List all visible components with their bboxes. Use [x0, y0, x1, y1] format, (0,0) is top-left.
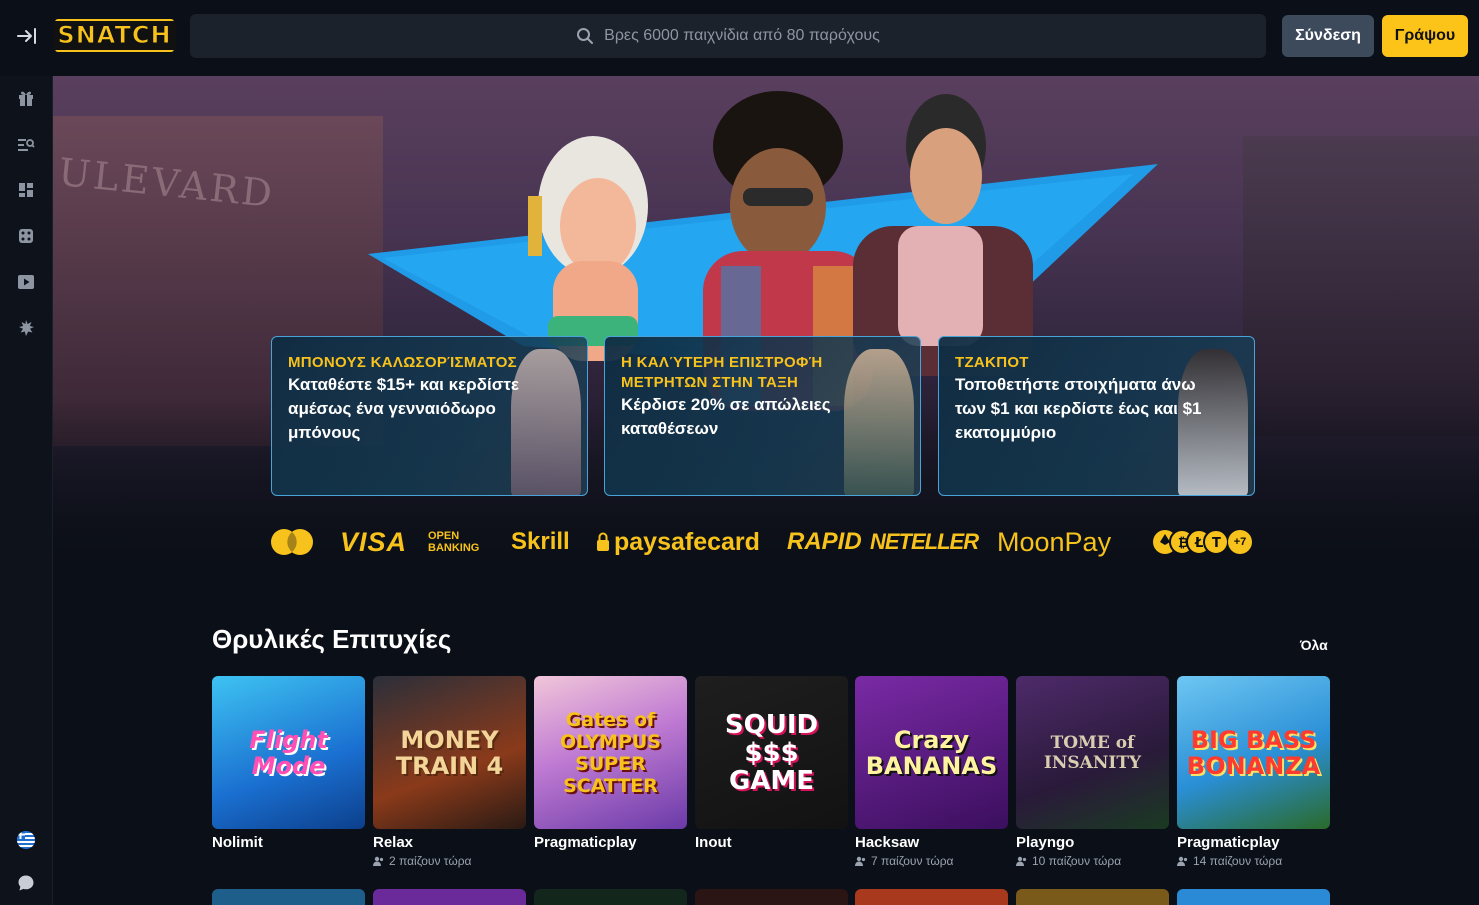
svg-text:₿: ₿: [1178, 536, 1189, 551]
greek-flag-icon[interactable]: [15, 829, 37, 851]
game-card-partial[interactable]: [1177, 889, 1330, 905]
top-bar: SNATCH Βρες 6000 παιχνίδια από 80 παρόχο…: [0, 0, 1479, 76]
promo-text: Κέρδισε 20% σε απώλειες καταθέσεων: [621, 395, 831, 438]
logo-text: SNATCH: [53, 21, 176, 50]
game-provider: Pragmaticplay: [534, 834, 637, 851]
promo-text: Καταθέστε $15+ και κερδίστε αμέσως ένα γ…: [288, 375, 519, 442]
game-title: BIG BASS BONANZA: [1186, 725, 1321, 780]
rapid-logo: RAPID: [787, 528, 862, 555]
register-button[interactable]: Γράψου: [1382, 15, 1468, 57]
hero-banner[interactable]: ULEVARD ΜΠΟΝΟΥΣ ΚΑΛΩΣΟΡΊΣΜΑΤΟΣ Καταθέστε…: [53, 76, 1479, 596]
game-card-partial[interactable]: [212, 889, 365, 905]
moonpay-logo: MoonPay: [997, 526, 1112, 557]
players-text: 10 παίζουν τώρα: [1032, 854, 1122, 868]
game-card[interactable]: Gates of OLYMPUS SUPER SCATTER Pragmatic…: [534, 676, 687, 851]
burst-icon[interactable]: [15, 317, 37, 339]
promo-text: Τοποθετήστε στοιχήματα άνω των $1 και κε…: [955, 375, 1202, 442]
search-placeholder: Βρες 6000 παιχνίδια από 80 παρόχους: [604, 27, 880, 44]
game-thumbnail[interactable]: Gates of OLYMPUS SUPER SCATTER: [534, 676, 687, 829]
svg-text:T: T: [1212, 536, 1221, 551]
section-title: Θρυλικές Επιτυχίες: [212, 624, 452, 654]
players-text: 7 παίζουν τώρα: [871, 854, 954, 868]
sidebar-toggle-icon[interactable]: [14, 24, 40, 48]
see-all-link[interactable]: Όλα: [1300, 637, 1328, 653]
promo-title: ΤΖΑΚΠΟΤ: [955, 354, 1029, 371]
open-banking-line1: OPEN: [428, 530, 460, 542]
users-icon: [1016, 856, 1027, 866]
game-thumbnail[interactable]: SQUID $$$ GAME: [695, 676, 848, 829]
play-icon[interactable]: [15, 271, 37, 293]
game-provider: Pragmaticplay: [1177, 834, 1280, 851]
svg-text:Ł: Ł: [1194, 536, 1203, 551]
game-card-partial[interactable]: [534, 889, 687, 905]
players-count: 10 παίζουν τώρα: [1016, 854, 1169, 868]
users-icon: [855, 856, 866, 866]
promo-title: ΜΠΟΝΟΥΣ ΚΑΛΩΣΟΡΊΣΜΑΤΟΣ: [288, 354, 517, 371]
game-card[interactable]: SQUID $$$ GAME Inout: [695, 676, 848, 851]
search-icon: [577, 28, 594, 44]
promo-card-jackpot[interactable]: ΤΖΑΚΠΟΤ Τοποθετήστε στοιχήματα άνω των $…: [938, 336, 1255, 496]
game-card-partial[interactable]: [695, 889, 848, 905]
game-title: Crazy BANANAS: [865, 725, 998, 780]
game-card[interactable]: Crazy BANANAS Hacksaw 7 παίζουν τώρα: [855, 676, 1008, 868]
dice-icon[interactable]: [15, 225, 37, 247]
login-button[interactable]: Σύνδεση: [1282, 15, 1374, 57]
game-provider: Relax: [373, 834, 414, 851]
snatch-logo[interactable]: SNATCH: [53, 19, 176, 52]
users-icon: [373, 856, 384, 866]
game-card-partial[interactable]: [1016, 889, 1169, 905]
game-title: SQUID $$$ GAME: [724, 709, 819, 796]
game-thumbnail[interactable]: MONEY TRAIN 4: [373, 676, 526, 829]
players-text: 2 παίζουν τώρα: [389, 854, 472, 868]
sidebar: [0, 76, 53, 905]
mastercard-icon: [270, 522, 314, 562]
players-count: 14 παίζουν τώρα: [1177, 854, 1330, 868]
search-input[interactable]: Βρες 6000 παιχνίδια από 80 παρόχους: [190, 14, 1266, 58]
users-icon: [1177, 856, 1188, 866]
game-provider: Inout: [695, 834, 732, 851]
game-card[interactable]: BIG BASS BONANZA Pragmaticplay 14 παίζου…: [1177, 676, 1330, 868]
game-thumbnail[interactable]: Crazy BANANAS: [855, 676, 1008, 829]
players-count: 2 παίζουν τώρα: [373, 854, 526, 868]
game-provider: Nolimit: [212, 834, 263, 851]
promo-title: Η ΚΑΛΎΤΕΡΗ ΕΠΙΣΤΡΟΦΉ ΜΕΤΡΗΤΩΝ ΣΤΗΝ ΤΑΞΗ: [621, 354, 823, 391]
game-card[interactable]: TOME of INSANITY Playngo 10 παίζουν τώρα: [1016, 676, 1169, 868]
game-title: Flight Mode: [249, 725, 328, 780]
paysafecard-text: paysafecard: [614, 527, 760, 556]
promo-card-cashback[interactable]: Η ΚΑΛΎΤΕΡΗ ΕΠΙΣΤΡΟΦΉ ΜΕΤΡΗΤΩΝ ΣΤΗΝ ΤΑΞΗ …: [604, 336, 921, 496]
game-thumbnail[interactable]: Flight Mode: [212, 676, 365, 829]
players-text: 14 παίζουν τώρα: [1193, 854, 1283, 868]
game-title: MONEY TRAIN 4: [395, 725, 504, 780]
game-thumbnail[interactable]: BIG BASS BONANZA: [1177, 676, 1330, 829]
payment-methods: VISA OPEN BANKING Skrill paysafecard RAP…: [268, 522, 1258, 562]
game-title: Gates of OLYMPUS SUPER SCATTER: [559, 708, 661, 797]
neteller-logo: NETELLER: [870, 529, 979, 554]
game-title: TOME of INSANITY: [1043, 732, 1142, 773]
game-card[interactable]: Flight Mode Nolimit: [212, 676, 365, 851]
game-card[interactable]: MONEY TRAIN 4 Relax 2 παίζουν τώρα: [373, 676, 526, 868]
lock-icon: [597, 532, 609, 551]
open-banking-line2: BANKING: [428, 542, 480, 554]
game-card-partial[interactable]: [855, 889, 1008, 905]
crypto-logos: ₿ Ł T +7: [1152, 522, 1252, 562]
search-list-icon[interactable]: [15, 133, 37, 155]
chat-icon[interactable]: [15, 872, 37, 894]
game-thumbnail[interactable]: TOME of INSANITY: [1016, 676, 1169, 829]
crypto-coins-icon: ₿ Ł T: [1153, 529, 1229, 555]
gift-icon[interactable]: [15, 87, 37, 109]
visa-logo: VISA: [340, 526, 408, 557]
skrill-logo: Skrill: [511, 528, 570, 555]
app-root: SNATCH Βρες 6000 παιχνίδια από 80 παρόχο…: [0, 0, 1479, 905]
promo-card-welcome-bonus[interactable]: ΜΠΟΝΟΥΣ ΚΑΛΩΣΟΡΊΣΜΑΤΟΣ Καταθέστε $15+ κα…: [271, 336, 588, 496]
paysafecard-logo: paysafecard: [596, 522, 760, 562]
players-count: 7 παίζουν τώρα: [855, 854, 1008, 868]
open-banking-logo: OPEN BANKING: [428, 522, 479, 562]
dashboard-icon[interactable]: [15, 179, 37, 201]
game-provider: Playngo: [1016, 834, 1075, 851]
game-card-partial[interactable]: [373, 889, 526, 905]
crypto-more-badge: +7: [1228, 530, 1252, 554]
game-provider: Hacksaw: [855, 834, 920, 851]
